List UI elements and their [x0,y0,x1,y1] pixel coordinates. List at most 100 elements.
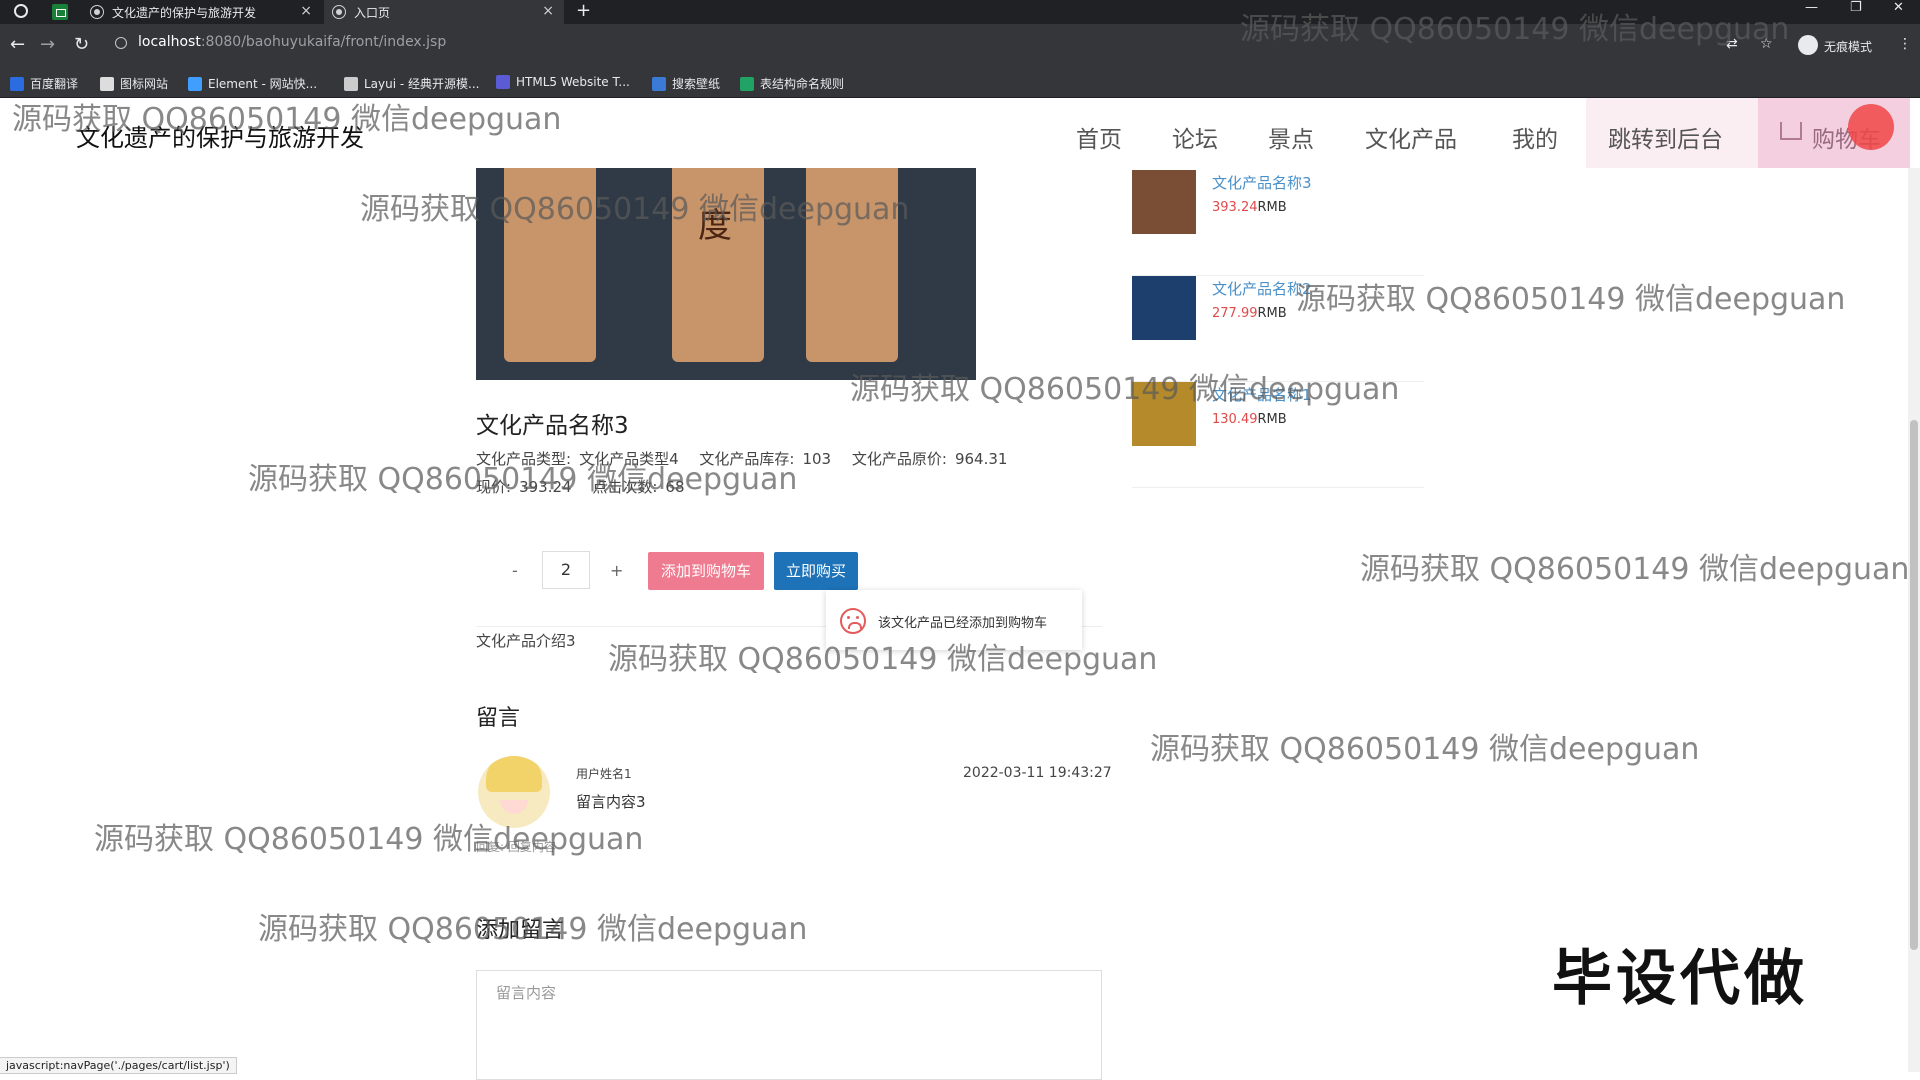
side-price-unit: RMB [1257,306,1287,321]
translate-bookmark-icon [10,76,24,91]
comment-time: 2022-03-11 19:43:27 [963,765,1112,781]
wallpaper-logo-icon [652,76,666,91]
side-price-unit: RMB [1257,200,1287,215]
side-product-name[interactable]: 文化产品名称1 [1212,384,1312,405]
watermark: 源码获取 QQ86050149 微信deepguan [1360,552,1910,587]
globe-icon [90,5,104,19]
side-product-thumb[interactable] [1132,276,1196,340]
bookmark-wallpaper[interactable]: 搜索壁纸 [652,75,720,92]
bookmark-plank [806,168,898,362]
side-product-thumb[interactable] [1132,170,1196,234]
tab-close-icon[interactable]: × [542,3,554,19]
side-price-unit: RMB [1257,412,1287,427]
side-product-name[interactable]: 文化产品名称2 [1212,278,1312,299]
site-info-icon[interactable] [115,37,127,49]
comments-title: 留言 [476,706,521,731]
comment-textarea[interactable] [476,970,1102,1080]
type-value: 文化产品类型4 [579,450,679,468]
orig-price-label: 文化产品原价: [851,450,947,468]
bookmark-icon-site[interactable]: 图标网站 [100,75,168,92]
tab-close-icon[interactable]: × [300,3,312,19]
side-product-price: 277.99RMB [1212,306,1287,321]
quantity-increment-button[interactable]: + [610,561,623,580]
close-window-icon[interactable]: ✕ [1893,0,1904,15]
bookmark-element[interactable]: Element - 网站快... [188,75,317,92]
sheets-app-icon[interactable] [52,4,68,20]
product-image: 度 [476,168,976,380]
scrollbar-thumb[interactable] [1910,420,1918,950]
price-value: 393.24 [519,478,572,496]
quantity-input[interactable]: 2 [542,551,590,589]
url-path: :8080/baohuyukaifa/front/index.jsp [200,34,447,50]
cursor-highlight [1848,104,1894,150]
incognito-icon[interactable] [1798,35,1818,55]
forward-icon[interactable]: → [40,34,55,55]
bookmark-label: 百度翻译 [30,77,79,91]
incognito-label: 无痕模式 [1824,40,1873,54]
site-brand[interactable]: 文化遗产的保护与旅游开发 [76,118,364,153]
nav-forum[interactable]: 论坛 [1172,120,1218,154]
side-product-name[interactable]: 文化产品名称3 [1212,172,1312,193]
bookmark-label: 搜索壁纸 [672,77,721,91]
toast-text: 该文化产品已经添加到购物车 [878,616,1048,631]
stock-label: 文化产品库存: [699,450,795,468]
bookmark-label: Layui - 经典开源模... [364,77,480,91]
url-host: localhost [138,34,201,50]
sad-face-icon [840,608,866,634]
watermark: 源码获取 QQ86050149 微信deepguan [94,822,644,857]
new-tab-icon[interactable]: + [576,0,591,21]
side-product-thumb[interactable] [1132,382,1196,446]
bookmark-label: HTML5 Website T... [516,75,630,89]
back-icon[interactable]: ← [10,34,25,55]
reload-icon[interactable]: ↻ [74,34,89,55]
bookmark-layui[interactable]: Layui - 经典开源模... [344,75,479,92]
tab-entry-page[interactable]: 入口页 × [324,0,564,24]
bookmark-baidu-translate[interactable]: 百度翻译 [10,75,78,92]
avatar [478,756,550,828]
side-product-item[interactable]: 文化产品名称2 277.99RMB [1132,276,1424,382]
browser-menu-icon[interactable] [14,4,28,18]
watermark: 源码获取 QQ86050149 微信deepguan [1150,732,1700,767]
side-product-item[interactable]: 文化产品名称3 393.24RMB [1132,170,1424,276]
type-label: 文化产品类型: [476,450,572,468]
add-to-cart-button[interactable]: 添加到购物车 [648,552,764,590]
bookmark-label: 图标网站 [120,77,169,91]
side-product-item[interactable]: 文化产品名称1 130.49RMB [1132,382,1424,488]
browser-more-icon[interactable]: ⋮ [1898,36,1912,52]
nav-home[interactable]: 首页 [1076,120,1122,154]
tab-cultural-heritage[interactable]: 文化遗产的保护与旅游开发 × [82,0,322,24]
nav-go-to-admin[interactable]: 跳转到后台 [1608,120,1723,154]
orig-price-value: 964.31 [954,450,1008,468]
side-product-price: 393.24RMB [1212,200,1287,215]
globe-icon [332,5,346,19]
url-field[interactable]: localhost:8080/baohuyukaifa/front/index.… [138,34,446,50]
minimize-icon[interactable]: — [1805,0,1818,15]
tab-label: 文化遗产的保护与旅游开发 [112,5,257,20]
tab-label: 入口页 [354,5,391,20]
translate-icon[interactable]: ⇄ [1726,36,1738,52]
comment-reply: 回复: 回复内容 [476,840,556,854]
side-product-price: 130.49RMB [1212,412,1287,427]
layui-logo-icon [344,76,358,91]
element-logo-icon [188,76,202,91]
bookmark-star-icon[interactable]: ☆ [1760,36,1773,52]
add-comment-title: 添加留言 [476,918,565,943]
toast-message: 该文化产品已经添加到购物车 [826,590,1082,650]
product-intro: 文化产品介绍3 [476,632,576,650]
sheet-bookmark-icon [740,76,754,91]
bookmark-label: 表结构命名规则 [760,77,845,91]
clicks-label: 点击次数: [592,478,658,496]
nav-mine[interactable]: 我的 [1512,120,1558,154]
quantity-decrement-button[interactable]: - [512,561,518,580]
browser-tab-bar: 文化遗产的保护与旅游开发 × 入口页 × + — ❐ ✕ [0,0,1920,24]
side-price-value: 393.24 [1212,200,1258,215]
cart-icon[interactable] [1780,122,1802,140]
bookmark-table-naming[interactable]: 表结构命名规则 [740,75,844,92]
bookmark-plank [504,168,596,362]
nav-cultural-products[interactable]: 文化产品 [1365,120,1457,154]
bookmark-html5-templates[interactable]: HTML5 Website T... [496,75,630,89]
nav-scenic-spots[interactable]: 景点 [1268,120,1314,154]
comment-placeholder: 留言内容 [496,984,557,1002]
buy-now-button[interactable]: 立即购买 [774,552,858,590]
restore-icon[interactable]: ❐ [1850,0,1862,15]
